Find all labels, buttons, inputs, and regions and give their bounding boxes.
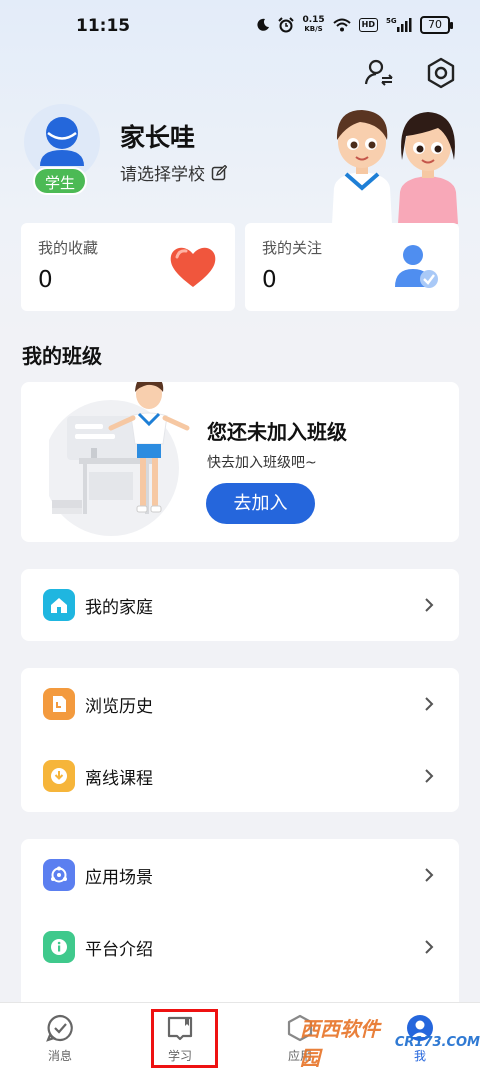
network-speed: 0.15 KB/S [302,15,325,34]
watermark: 西西软件园 CR173.COM [300,1017,480,1070]
favorites-card[interactable]: 我的收藏 0 [21,223,235,311]
menu-item-app-scenes[interactable]: 应用场景 [21,839,459,911]
kids-illustration [332,110,458,224]
status-bar: 11:15 0.15 KB/S HD 5G 70 [0,0,480,52]
chevron-right-icon [425,868,434,882]
settings-icon[interactable] [424,56,458,90]
chevron-right-icon [425,697,434,711]
menu-label-app-scenes: 应用场景 [85,867,153,888]
home-icon [43,589,75,621]
scene-icon [43,859,75,891]
chevron-right-icon [425,769,434,783]
role-badge: 学生 [33,167,87,195]
battery-icon: 70 [420,16,453,34]
empty-class-title: 您还未加入班级 [207,420,347,444]
wifi-icon [332,18,351,32]
status-icons: 0.15 KB/S HD 5G 70 [256,15,453,34]
my-class-heading: 我的班级 [22,344,102,368]
menu-item-offline-courses[interactable]: 离线课程 [21,740,459,812]
menu-group-platform: 应用场景 平台介绍 [21,839,459,1009]
user-name: 家长哇 [120,123,196,152]
menu-group-family: 我的家庭 [21,569,459,641]
menu-label-history: 浏览历史 [85,696,153,717]
status-time: 11:15 [76,16,131,36]
menu-item-platform-intro[interactable]: 平台介绍 [21,911,459,983]
switch-user-icon[interactable] [362,56,396,90]
school-placeholder: 请选择学校 [120,165,205,185]
info-icon [43,931,75,963]
download-icon [43,760,75,792]
top-actions [362,56,458,90]
tab-messages[interactable]: 消息 [20,1013,100,1064]
watermark-sub: CR173.COM [394,1034,480,1050]
watermark-main: 西西软件园 [300,1017,380,1070]
moon-icon [257,18,270,31]
chevron-right-icon [425,940,434,954]
study-tab-highlight [151,1009,218,1068]
following-count: 0 [262,267,277,293]
signal-icon: 5G [386,17,412,32]
favorites-label: 我的收藏 [38,239,99,257]
empty-class-illustration [49,382,190,536]
chevron-right-icon [425,598,434,612]
menu-group-history: 浏览历史 离线课程 [21,668,459,812]
empty-class-subtitle: 快去加入班级吧~ [207,455,317,471]
hd-badge: HD [358,18,378,32]
svg-text:5G: 5G [386,17,397,25]
following-card[interactable]: 我的关注 0 [245,223,459,311]
menu-item-history[interactable]: 浏览历史 [21,668,459,740]
edit-icon [211,164,227,180]
favorites-count: 0 [38,267,53,293]
history-icon [43,688,75,720]
menu-item-my-family[interactable]: 我的家庭 [21,569,459,641]
menu-label-platform-intro: 平台介绍 [85,939,153,960]
class-card: 您还未加入班级 快去加入班级吧~ 去加入 [21,382,459,542]
message-icon [46,1014,73,1042]
tab-messages-label: 消息 [47,1049,72,1063]
heart-icon [170,247,216,287]
following-label: 我的关注 [262,239,323,257]
menu-label-offline-courses: 离线课程 [85,768,153,789]
alarm-icon [278,17,295,33]
school-selector[interactable]: 请选择学校 [120,160,227,185]
menu-label-my-family: 我的家庭 [85,597,153,618]
join-class-button[interactable]: 去加入 [206,483,315,524]
follow-user-icon [395,245,438,288]
